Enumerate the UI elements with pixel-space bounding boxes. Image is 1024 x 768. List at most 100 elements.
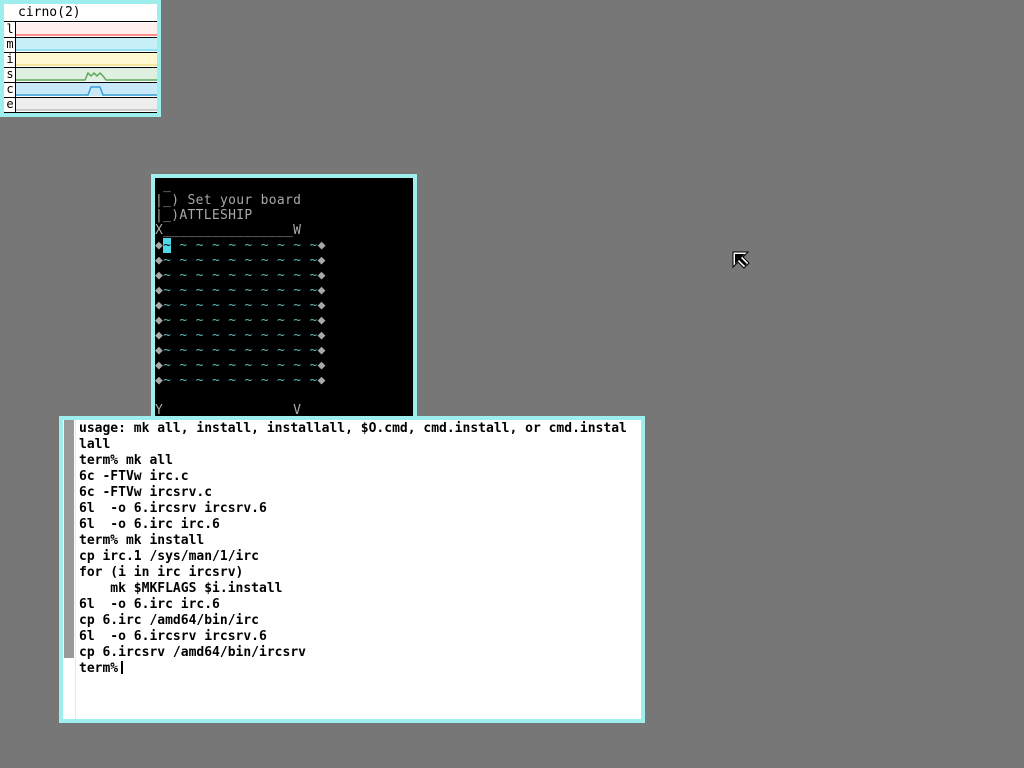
board-cell: ~ [309,298,318,313]
terminal-line: for (i in irc ircsrv) [79,565,244,580]
board-cell: ~ [244,358,261,373]
terminal-line: 6l -o 6.irc irc.6 [79,597,220,612]
board-edge-left: ◆ [155,298,164,313]
board-cell: ~ [179,358,196,373]
board-cell: ~ [244,268,261,283]
terminal-prompt: term% [79,661,119,676]
battleship-board[interactable]: _ |_) Set your board |_)ATTLESHIP X_____… [155,178,374,420]
board-cell: ~ [211,253,229,268]
board-cell: ~ [211,343,229,358]
board-cell: ~ [163,313,180,328]
board-cell: ~ [309,253,318,268]
board-cell: ~ [228,238,245,253]
board-cell: ~ [179,283,196,298]
board-header-1: |_) Set your board [155,193,302,208]
board-edge-right: ◆ [317,268,326,283]
board-cell: ~ [277,373,294,388]
board-cell: ~ [309,358,318,373]
board-edge-right: ◆ [317,238,326,253]
board-cell: ~ [179,238,196,253]
board-cell: ~ [260,358,277,373]
board-edge-right: ◆ [317,298,326,313]
terminal-output[interactable]: usage: mk all, install, installall, $O.c… [79,421,639,677]
board-cell: ~ [195,373,212,388]
board-cell: ~ [293,238,310,253]
battleship-screen[interactable]: _ |_) Set your board |_)ATTLESHIP X_____… [155,178,413,420]
board-top-border: X________________W [155,223,302,238]
terminal-window[interactable]: usage: mk all, install, installall, $O.c… [59,416,645,723]
board-cell: ~ [163,373,180,388]
board-cell: ~ [260,328,277,343]
board-cell: ~ [211,268,229,283]
board-cell: ~ [163,253,180,268]
stats-graph-i[interactable] [16,53,157,66]
board-cell: ~ [228,283,245,298]
board-cell: ~ [293,358,310,373]
scrollbar-divider [75,420,76,719]
board-edge-left: ◆ [155,283,164,298]
board-cell: ~ [244,343,261,358]
board-cell: ~ [260,238,278,253]
board-cell: ~ [244,283,261,298]
board-edge-left: ◆ [155,238,164,253]
stats-graph-s[interactable] [16,68,157,81]
board-cell: ~ [244,313,261,328]
terminal-line: usage: mk all, install, installall, $O.c… [79,421,627,436]
stats-label-c[interactable]: c [5,83,15,96]
board-cell: ~ [179,268,196,283]
board-edge-left: ◆ [155,358,164,373]
board-edge-left: ◆ [155,373,164,388]
board-cell: ~ [211,313,229,328]
board-cell: ~ [195,268,212,283]
stats-label-s[interactable]: s [5,68,15,81]
board-text [155,388,163,403]
board-cell: ~ [211,283,229,298]
board-cell: ~ [211,328,229,343]
board-cell: ~ [228,373,245,388]
board-edge-left: ◆ [155,268,164,283]
terminal-line: lall [79,437,111,452]
board-edge-left: ◆ [155,343,164,358]
board-cell: ~ [179,373,196,388]
board-cell: ~ [309,238,318,253]
board-cell: ~ [228,268,245,283]
terminal-line: term% mk all [79,453,173,468]
board-cell: ~ [277,268,294,283]
stats-label-m[interactable]: m [5,38,15,51]
stats-label-l[interactable]: l [5,23,15,36]
board-cell: ~ [260,268,277,283]
scrollbar[interactable] [63,420,75,719]
board-cell: ~ [309,268,318,283]
board-cell: ~ [309,328,318,343]
board-cell: ~ [277,358,294,373]
terminal-prompt-line[interactable]: term% [79,661,639,677]
stats-graph-e[interactable] [16,98,157,111]
board-cell: ~ [244,238,261,253]
stats-graph-c[interactable] [16,83,157,96]
board-edge-right: ◆ [317,373,326,388]
scrollbar-thumb[interactable] [64,420,74,658]
terminal-panel[interactable]: usage: mk all, install, installall, $O.c… [63,420,641,719]
board-edge-left: ◆ [155,313,164,328]
stats-graph-l[interactable] [16,23,157,36]
board-cell: ~ [163,268,180,283]
terminal-line: term% mk install [79,533,205,548]
board-cell: ~ [163,328,180,343]
stats-window[interactable]: cirno(2) lmisce [0,0,161,117]
board-cell: ~ [277,313,294,328]
board-cell: ~ [179,298,196,313]
stats-label-i[interactable]: i [5,53,15,66]
battleship-window[interactable]: _ |_) Set your board |_)ATTLESHIP X_____… [151,174,417,420]
board-cell: ~ [211,373,229,388]
board-cell: ~ [277,328,294,343]
stats-label-e[interactable]: e [5,98,15,111]
board-cell: ~ [293,283,310,298]
terminal-line: cp 6.ircsrv /amd64/bin/ircsrv [79,645,306,660]
board-cell: ~ [163,283,180,298]
board-edge-right: ◆ [317,358,326,373]
stats-graph-m[interactable] [16,38,157,51]
terminal-line: 6l -o 6.ircsrv ircsrv.6 [79,501,267,516]
board-cell: ~ [179,328,196,343]
board-cell: ~ [211,298,229,313]
board-cell: ~ [195,253,212,268]
